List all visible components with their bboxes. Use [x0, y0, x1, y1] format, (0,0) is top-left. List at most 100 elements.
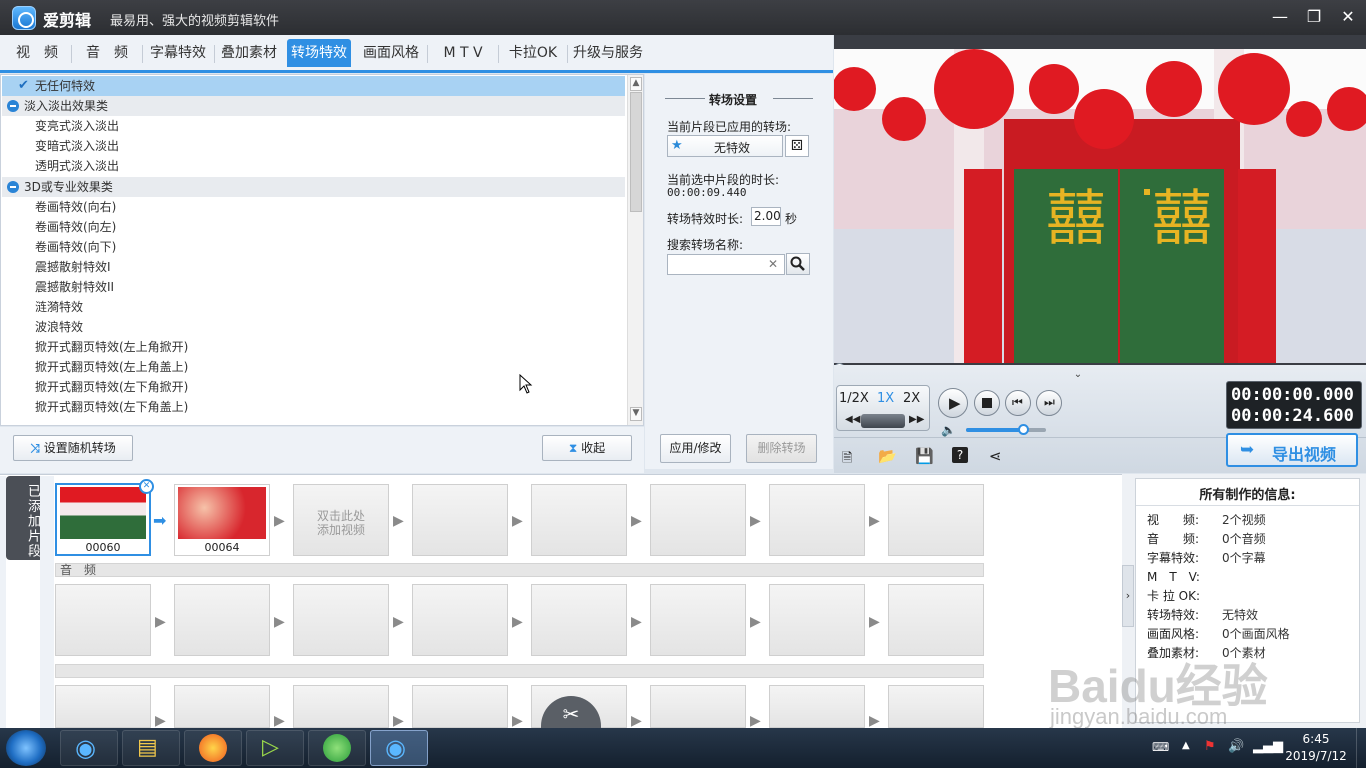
clock-time[interactable]: 6:45 [1292, 732, 1340, 746]
chevron-down-icon[interactable]: ⌄ [1063, 370, 1093, 380]
list-item[interactable]: 卷画特效(向右) [2, 197, 625, 217]
clip-thumbnail[interactable]: 00064 [174, 484, 270, 556]
scroll-up-icon[interactable]: ▲ [630, 77, 642, 91]
taskbar-video-app-icon[interactable]: ◉ [60, 730, 118, 766]
empty-slot[interactable] [412, 484, 508, 556]
tray-expand-icon[interactable]: ▲ [1182, 740, 1190, 751]
expand-panel-icon[interactable]: › [1122, 565, 1134, 627]
tab-audio[interactable]: 音 频 [76, 39, 138, 67]
help-icon[interactable]: ? [952, 447, 968, 463]
taskbar-media-icon[interactable]: ▷ [246, 730, 304, 766]
restore-button[interactable]: ❐ [1300, 5, 1328, 29]
list-item[interactable]: 波浪特效 [2, 317, 625, 337]
next-frame-button[interactable]: ⏭ [1036, 390, 1062, 416]
list-item[interactable]: 透明式淡入淡出 [2, 156, 625, 176]
list-item[interactable]: 变暗式淡入淡出 [2, 136, 625, 156]
keyboard-icon[interactable]: ⌨ [1152, 740, 1169, 754]
track-slot[interactable] [55, 685, 151, 728]
list-scrollbar[interactable]: ▲ ▼ [627, 75, 643, 425]
tab-mtv[interactable]: M T V [432, 39, 494, 67]
tab-upgrade[interactable]: 升级与服务 [570, 39, 646, 67]
audio-slot[interactable] [412, 584, 508, 656]
network-icon[interactable]: ▂▄▆ [1253, 739, 1283, 754]
empty-slot[interactable] [650, 484, 746, 556]
clear-icon[interactable]: ✕ [768, 257, 778, 271]
apply-button[interactable]: 应用/修改 [660, 434, 731, 463]
list-item[interactable]: 掀开式翻页特效(左下角盖上) [2, 397, 625, 417]
list-item[interactable]: 震撼散射特效I [2, 257, 625, 277]
share-icon[interactable]: ⋖ [989, 447, 1002, 465]
list-item[interactable]: 变亮式淡入淡出 [2, 116, 625, 136]
prev-frame-button[interactable]: ⏮ [1005, 390, 1031, 416]
taskbar-aijianji-icon[interactable]: ◉ [370, 730, 428, 766]
collapse-icon[interactable] [7, 181, 19, 193]
remove-clip-icon[interactable]: ✕ [139, 479, 154, 494]
scroll-thumb[interactable] [630, 92, 642, 212]
track-slot[interactable] [293, 685, 389, 728]
close-button[interactable]: ✕ [1334, 5, 1362, 29]
open-folder-icon[interactable]: 📂 [878, 447, 897, 465]
show-desktop-button[interactable] [1356, 728, 1366, 768]
audio-slot[interactable] [174, 584, 270, 656]
taskbar-explorer-icon[interactable]: ▤ [122, 730, 180, 766]
track-slot[interactable] [888, 685, 984, 728]
transition-arrow-icon[interactable]: ➡ [153, 511, 166, 530]
tab-transitions[interactable]: 转场特效 [287, 39, 351, 67]
track-slot[interactable] [174, 685, 270, 728]
category-fade[interactable]: 淡入淡出效果类 [2, 96, 625, 116]
list-item[interactable]: 涟漪特效 [2, 297, 625, 317]
security-icon[interactable]: ⚑ [1204, 739, 1216, 754]
search-input[interactable]: ✕ [667, 254, 785, 275]
list-item[interactable]: 掀开式翻页特效(左上角掀开) [2, 337, 625, 357]
clock-date[interactable]: 2019/7/12 [1280, 749, 1352, 763]
clip-thumbnail[interactable]: 00060 [55, 483, 151, 556]
volume-slider[interactable] [966, 424, 1046, 435]
tab-overlay[interactable]: 叠加素材 [217, 39, 281, 67]
audio-slot[interactable] [888, 584, 984, 656]
taskbar-sync-icon[interactable] [308, 730, 366, 766]
audio-slot[interactable] [55, 584, 151, 656]
volume-tray-icon[interactable]: 🔊 [1228, 739, 1244, 754]
track-slot[interactable] [412, 685, 508, 728]
list-item[interactable]: 卷画特效(向下) [2, 237, 625, 257]
video-frame[interactable]: 囍 囍 [834, 49, 1366, 363]
list-item[interactable]: 卷画特效(向左) [2, 217, 625, 237]
dice-icon[interactable]: ⚄ [785, 135, 809, 157]
speed-2x[interactable]: 2X [903, 391, 920, 406]
speed-slider[interactable] [861, 414, 905, 428]
random-transition-button[interactable]: ⤨ 设置随机转场 [13, 435, 133, 461]
effect-length-input[interactable]: 2.00 [751, 207, 781, 226]
empty-slot[interactable] [531, 484, 627, 556]
speed-1x[interactable]: 1X [877, 391, 894, 406]
export-video-button[interactable]: ➥ 导出视频 [1226, 433, 1358, 467]
stop-button[interactable] [974, 390, 1000, 416]
collapse-button[interactable]: ⧗ 收起 [542, 435, 632, 461]
rewind-icon[interactable]: ◀◀ [845, 414, 860, 425]
new-project-icon[interactable]: 🗎 [842, 449, 852, 471]
track-slot[interactable] [769, 685, 865, 728]
empty-slot[interactable] [769, 484, 865, 556]
track-slot[interactable] [650, 685, 746, 728]
list-item-none[interactable]: ✔ 无任何特效 [2, 76, 625, 96]
audio-slot[interactable] [769, 584, 865, 656]
fast-forward-icon[interactable]: ▶▶ [909, 414, 924, 425]
taskbar-firefox-icon[interactable] [184, 730, 242, 766]
audio-slot[interactable] [650, 584, 746, 656]
collapse-icon[interactable] [7, 100, 19, 112]
audio-slot[interactable] [293, 584, 389, 656]
delete-transition-button[interactable]: 删除转场 [746, 434, 817, 463]
volume-handle[interactable] [1018, 424, 1029, 435]
play-button[interactable]: ▶ [938, 388, 968, 418]
category-3d[interactable]: 3D或专业效果类 [2, 177, 625, 197]
add-video-slot[interactable]: 双击此处 添加视频 [293, 484, 389, 556]
speed-half[interactable]: 1/2X [839, 391, 869, 406]
list-item[interactable]: 震撼散射特效II [2, 277, 625, 297]
minimize-button[interactable]: — [1266, 5, 1294, 29]
tab-picture-style[interactable]: 画面风格 [360, 39, 422, 67]
tab-subtitle-effects[interactable]: 字幕特效 [146, 39, 210, 67]
tab-karaoke[interactable]: 卡拉OK [502, 39, 564, 67]
audio-slot[interactable] [531, 584, 627, 656]
save-icon[interactable]: 💾 [915, 447, 934, 465]
scroll-down-icon[interactable]: ▼ [630, 407, 642, 421]
search-button[interactable] [786, 253, 810, 275]
